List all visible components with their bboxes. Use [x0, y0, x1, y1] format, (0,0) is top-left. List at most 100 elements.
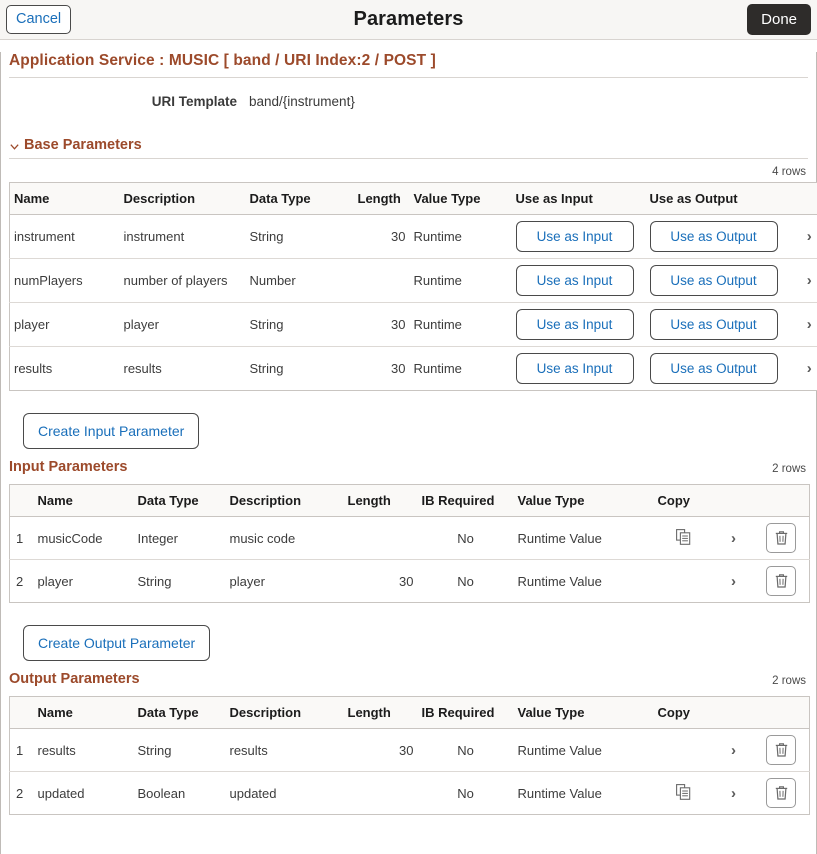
delete-row-button[interactable] [766, 778, 797, 808]
base-cell-data-type: Number [245, 258, 354, 303]
output-col-value-type: Value Type [513, 696, 654, 729]
input-table-header-row: Name Data Type Description Length IB Req… [9, 484, 810, 517]
output-parameters-section-header: Output Parameters 2 rows [9, 661, 808, 688]
output-parameters-title: Output Parameters [9, 671, 140, 687]
base-cell-data-type: String [249, 361, 284, 376]
output-cell-value-type: Runtime Value [517, 785, 602, 801]
input-cell-index: 2 [16, 573, 24, 589]
input-cell-description: music code [225, 516, 344, 560]
base-cell-data-type: String [245, 214, 354, 259]
done-button[interactable]: Done [747, 4, 811, 35]
output-cell-value-type: Runtime Value [513, 728, 654, 772]
input-col-ib-required: IB Required [417, 484, 514, 517]
table-row: player player String 30 Runtime Use as I… [9, 302, 817, 347]
output-cell-description: results [225, 728, 344, 772]
row-detail-chevron-right-icon[interactable]: › [731, 573, 736, 590]
input-cell-data-type: String [137, 573, 172, 589]
input-col-name: Name [33, 484, 134, 517]
row-detail-chevron-right-icon[interactable]: › [807, 272, 812, 289]
input-col-copy: Copy [653, 484, 714, 517]
delete-row-button[interactable] [766, 523, 797, 553]
use-as-output-button[interactable]: Use as Output [649, 221, 778, 252]
copy-icon[interactable] [676, 783, 691, 800]
base-col-data-type: Data Type [245, 182, 354, 215]
input-col-index [9, 484, 34, 517]
base-cell-length: 30 [391, 361, 406, 376]
input-parameters-table: Name Data Type Description Length IB Req… [9, 484, 810, 603]
uri-template-row: URI Template band/{instrument} [9, 94, 808, 113]
input-parameters-section-header: Input Parameters 2 rows [9, 449, 808, 476]
output-col-ib-required: IB Required [417, 696, 514, 729]
chevron-down-icon[interactable] [9, 141, 20, 152]
uri-template-label: URI Template [151, 94, 237, 109]
delete-row-button[interactable] [766, 566, 797, 596]
use-as-output-button[interactable]: Use as Output [649, 353, 778, 384]
base-rows-count: 4 rows [772, 166, 806, 178]
input-cell-ib-required: No [417, 516, 514, 560]
input-cell-data-type: Integer [133, 516, 226, 560]
create-input-parameter-button[interactable]: Create Input Parameter [23, 413, 200, 449]
base-cell-description: results [123, 361, 162, 376]
row-detail-chevron-right-icon[interactable]: › [807, 360, 812, 377]
output-cell-data-type: Boolean [137, 785, 186, 801]
table-row: 2 player String player 30 No Runtime Val… [10, 560, 810, 603]
input-col-data-type: Data Type [133, 484, 226, 517]
copy-icon[interactable] [676, 528, 691, 545]
base-cell-length: 30 [353, 302, 410, 347]
output-col-length: Length [343, 696, 418, 729]
base-cell-value-type: Runtime [409, 214, 512, 259]
input-cell-description: player [229, 573, 265, 589]
use-as-input-button[interactable]: Use as Input [515, 265, 634, 296]
output-cell-ib-required: No [417, 728, 514, 772]
uri-template-value: band/{instrument} [249, 94, 355, 109]
output-cell-length: 30 [343, 728, 418, 772]
base-cell-name: instrument [9, 214, 120, 259]
output-col-copy: Copy [653, 696, 714, 729]
base-cell-name: results [14, 361, 53, 376]
base-col-description: Description [119, 182, 246, 215]
row-detail-chevron-right-icon[interactable]: › [731, 785, 736, 802]
base-cell-description: number of players [119, 258, 246, 303]
use-as-output-button[interactable]: Use as Output [649, 265, 778, 296]
input-col-arrow [713, 484, 754, 517]
input-cell-value-type: Runtime Value [517, 573, 602, 589]
output-cell-name: results [33, 728, 134, 772]
table-row: 1 results String results 30 No Runtime V… [9, 728, 810, 772]
base-table-header-row: Name Description Data Type Length Value … [9, 182, 817, 215]
input-col-delete [753, 484, 810, 517]
base-col-name: Name [9, 182, 120, 215]
input-cell-index: 1 [9, 516, 34, 560]
input-col-description: Description [225, 484, 344, 517]
output-cell-ib-required: No [457, 785, 474, 801]
input-col-length: Length [343, 484, 418, 517]
create-output-parameter-button[interactable]: Create Output Parameter [23, 625, 211, 661]
output-cell-data-type: String [133, 728, 226, 772]
delete-row-button[interactable] [766, 735, 797, 765]
base-col-use-as-output: Use as Output [645, 182, 796, 215]
use-as-input-button[interactable]: Use as Input [515, 221, 634, 252]
input-cell-name: musicCode [33, 516, 134, 560]
input-cell-name: player [37, 573, 73, 589]
page-title: Parameters [353, 8, 464, 30]
output-col-arrow [713, 696, 754, 729]
row-detail-chevron-right-icon[interactable]: › [731, 742, 736, 759]
application-service-header: Application Service : MUSIC [ band / URI… [9, 52, 808, 78]
output-rows-count: 2 rows [772, 675, 806, 687]
use-as-input-button[interactable]: Use as Input [515, 309, 634, 340]
row-detail-chevron-right-icon[interactable]: › [807, 228, 812, 245]
table-row: numPlayers number of players Number Runt… [9, 258, 817, 303]
output-col-name: Name [33, 696, 134, 729]
output-col-description: Description [225, 696, 344, 729]
use-as-output-button[interactable]: Use as Output [649, 309, 778, 340]
window-toolbar: Cancel Parameters Done [0, 0, 817, 40]
input-col-value-type: Value Type [513, 484, 654, 517]
output-col-delete [753, 696, 810, 729]
row-detail-chevron-right-icon[interactable]: › [731, 530, 736, 547]
input-cell-ib-required: No [457, 573, 474, 589]
table-row: results results String 30 Runtime Use as… [10, 347, 817, 391]
base-cell-data-type: String [245, 302, 354, 347]
use-as-input-button[interactable]: Use as Input [515, 353, 634, 384]
base-parameters-section-header[interactable]: Base Parameters [9, 137, 808, 159]
content-panel: Application Service : MUSIC [ band / URI… [0, 52, 817, 854]
row-detail-chevron-right-icon[interactable]: › [807, 316, 812, 333]
